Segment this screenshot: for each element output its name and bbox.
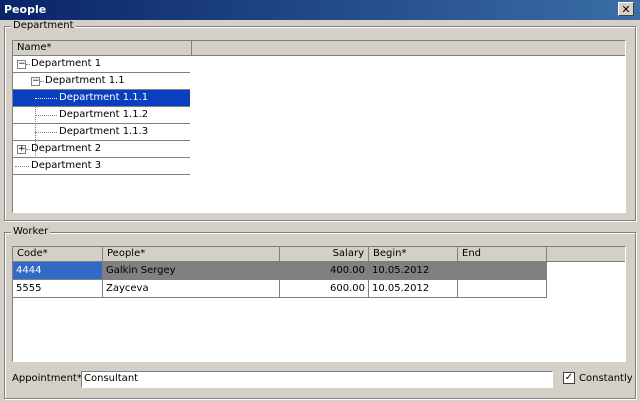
grid-header-people[interactable]: People* bbox=[103, 247, 280, 262]
tree-item-department-1-1-1[interactable]: Department 1.1.1 bbox=[13, 90, 190, 107]
tree-column-header-name[interactable]: Name* bbox=[13, 41, 192, 56]
tree-item-label: Department 1.1.2 bbox=[59, 109, 149, 120]
department-tree[interactable]: Name* − Department 1 − Department 1.1 De… bbox=[12, 40, 626, 213]
constantly-label: Constantly bbox=[579, 373, 633, 384]
grid-header-filler bbox=[547, 247, 625, 262]
tree-item-label: Department 3 bbox=[31, 160, 102, 171]
tree-item-department-1-1-3[interactable]: Department 1.1.3 bbox=[13, 124, 190, 141]
tree-item-label: Department 1.1.1 bbox=[59, 92, 149, 103]
cell-end[interactable] bbox=[458, 262, 547, 280]
worker-group-label: Worker bbox=[11, 226, 51, 238]
tree-item-department-1-1[interactable]: − Department 1.1 bbox=[13, 73, 190, 90]
department-group-label: Department bbox=[11, 20, 76, 32]
tree-item-department-1-1-2[interactable]: Department 1.1.2 bbox=[13, 107, 190, 124]
appointment-label: Appointment* bbox=[12, 373, 82, 384]
expand-icon[interactable]: + bbox=[17, 145, 26, 154]
title-bar: People ✕ bbox=[0, 0, 640, 20]
window-title: People bbox=[4, 3, 47, 16]
collapse-icon[interactable]: − bbox=[31, 77, 40, 86]
cell-people[interactable]: Galkin Sergey bbox=[103, 262, 280, 280]
cell-begin[interactable]: 10.05.2012 bbox=[369, 280, 458, 298]
tree-item-label: Department 1.1.3 bbox=[59, 126, 149, 137]
constantly-checkbox[interactable]: ✓ bbox=[563, 372, 575, 384]
tree-connector bbox=[35, 98, 57, 99]
tree-connector bbox=[40, 81, 44, 82]
grid-header-salary[interactable]: Salary bbox=[280, 247, 369, 262]
tree-item-department-3[interactable]: Department 3 bbox=[13, 158, 190, 175]
close-icon[interactable]: ✕ bbox=[618, 2, 634, 16]
tree-connector bbox=[15, 166, 29, 167]
worker-grid[interactable]: Code* People* Salary Begin* End 4444 Gal… bbox=[12, 246, 626, 362]
tree-connector bbox=[35, 115, 57, 116]
grid-header-begin[interactable]: Begin* bbox=[369, 247, 458, 262]
cell-salary[interactable]: 600.00 bbox=[280, 280, 369, 298]
tree-connector bbox=[35, 132, 57, 133]
collapse-icon[interactable]: − bbox=[17, 60, 26, 69]
cell-begin[interactable]: 10.05.2012 bbox=[369, 262, 458, 280]
tree-item-label: Department 1.1 bbox=[45, 75, 125, 86]
tree-connector bbox=[26, 64, 30, 65]
tree-item-label: Department 2 bbox=[31, 143, 102, 154]
grid-header-end[interactable]: End bbox=[458, 247, 547, 262]
grid-header-code[interactable]: Code* bbox=[13, 247, 103, 262]
tree-item-label: Department 1 bbox=[31, 58, 102, 69]
appointment-input[interactable]: Consultant bbox=[81, 371, 553, 388]
cell-end[interactable] bbox=[458, 280, 547, 298]
tree-item-department-2[interactable]: + Department 2 bbox=[13, 141, 190, 158]
cell-code[interactable]: 4444 bbox=[13, 262, 103, 280]
tree-column-header-filler bbox=[192, 41, 625, 56]
cell-salary[interactable]: 400.00 bbox=[280, 262, 369, 280]
cell-code[interactable]: 5555 bbox=[13, 280, 103, 298]
tree-item-department-1[interactable]: − Department 1 bbox=[13, 56, 190, 73]
cell-people[interactable]: Zayceva bbox=[103, 280, 280, 298]
tree-connector bbox=[26, 149, 30, 150]
